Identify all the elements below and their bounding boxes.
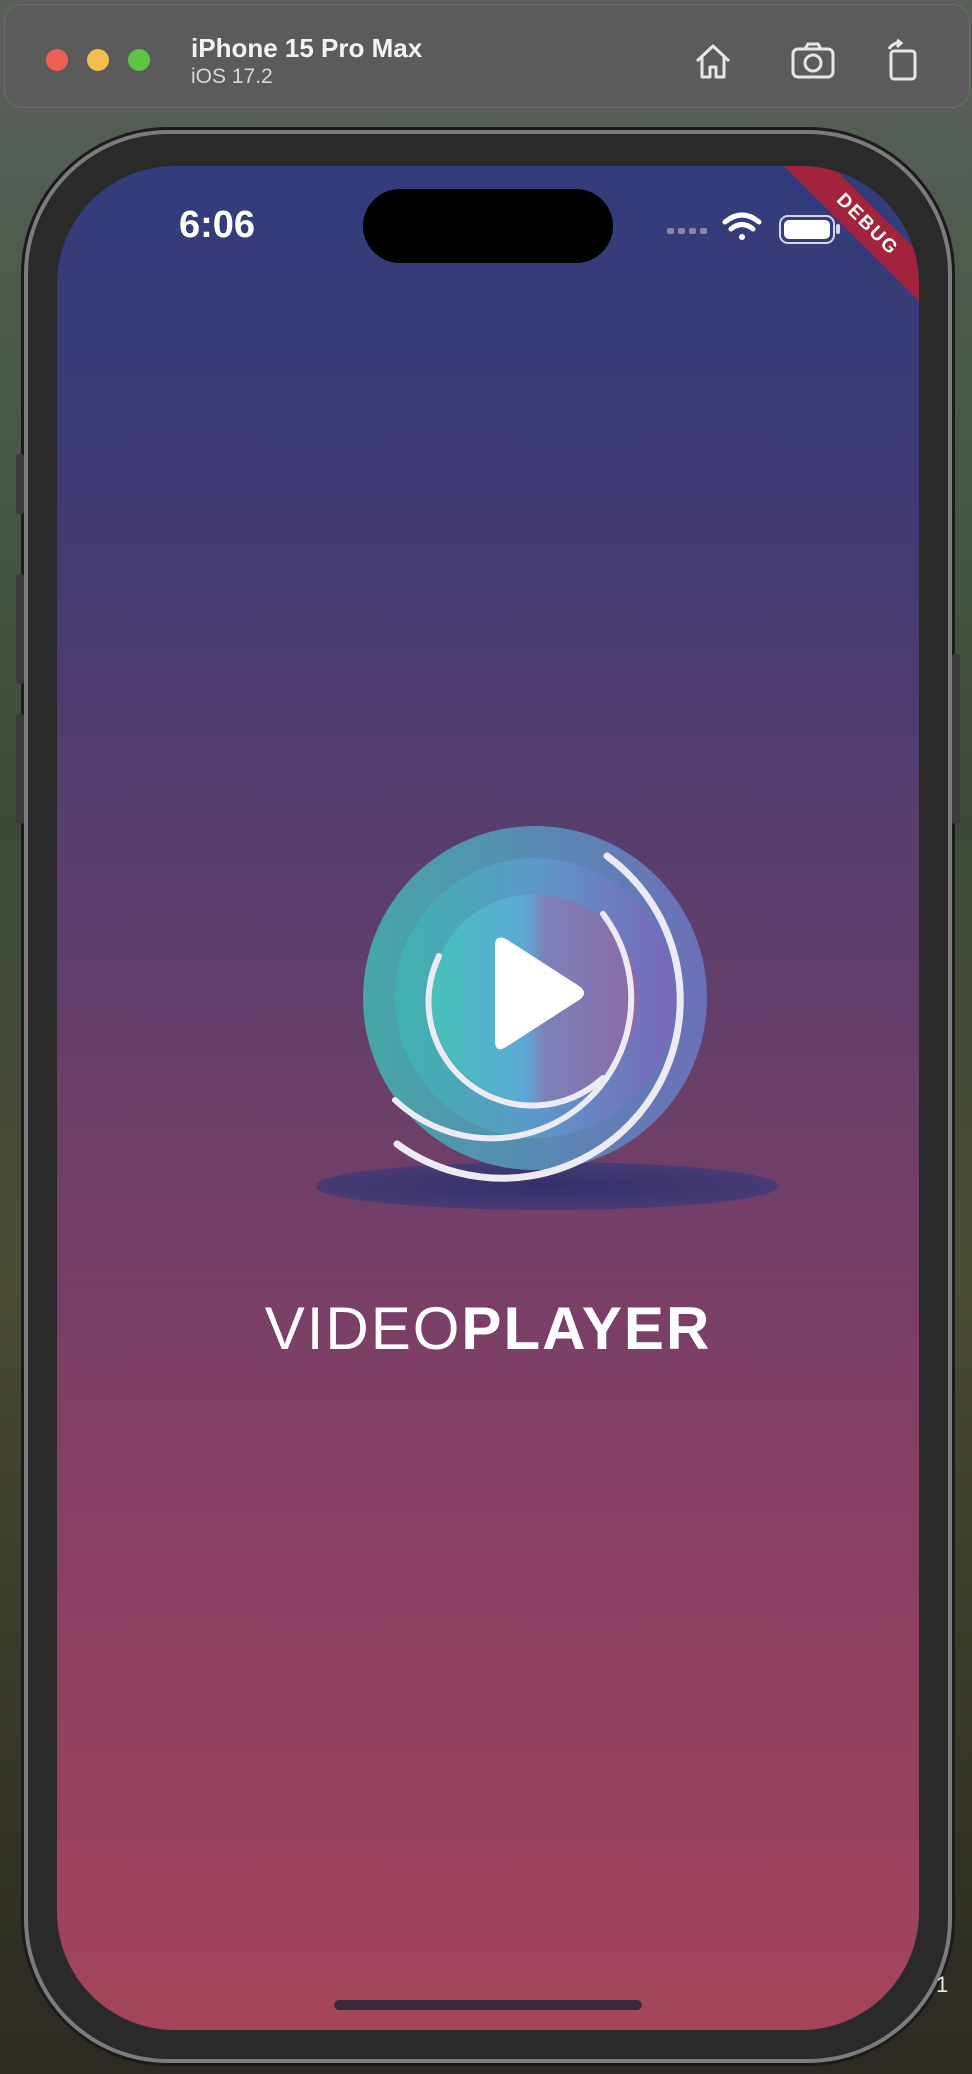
app-wordmark: VIDEOPLAYER <box>57 1294 919 1363</box>
status-icons <box>667 212 840 244</box>
zoom-window-button[interactable] <box>128 49 150 71</box>
device-name: iPhone 15 Pro Max <box>191 33 423 63</box>
action-button <box>16 454 24 514</box>
status-time: 6:06 <box>179 204 256 246</box>
cellular-signal-icon <box>667 228 707 234</box>
volume-down-button <box>16 714 24 824</box>
wordmark-player: PLAYER <box>461 1295 712 1362</box>
simulator-titlebar: iPhone 15 Pro Max iOS 17.2 <box>4 4 970 108</box>
home-button[interactable] <box>689 37 737 85</box>
volume-up-button <box>16 574 24 684</box>
rotate-button[interactable] <box>879 37 927 85</box>
screenshot-button[interactable] <box>789 37 837 85</box>
dynamic-island <box>363 189 613 263</box>
screenshot-icon <box>791 42 835 79</box>
wifi-icon <box>722 212 762 240</box>
video-player-logo <box>317 826 779 1210</box>
os-version: iOS 17.2 <box>191 65 273 88</box>
wordmark-video: VIDEO <box>264 1295 462 1362</box>
corner-number: 1 <box>936 1972 949 1997</box>
close-window-button[interactable] <box>46 49 68 71</box>
rotate-icon <box>887 38 917 81</box>
home-indicator[interactable] <box>334 2000 642 2010</box>
home-icon <box>695 44 731 79</box>
battery-icon <box>779 215 840 244</box>
app-screen: 6:06 DEBUG VIDEOPLAYER <box>57 166 919 2030</box>
minimize-window-button[interactable] <box>87 49 109 71</box>
side-button <box>952 654 960 824</box>
